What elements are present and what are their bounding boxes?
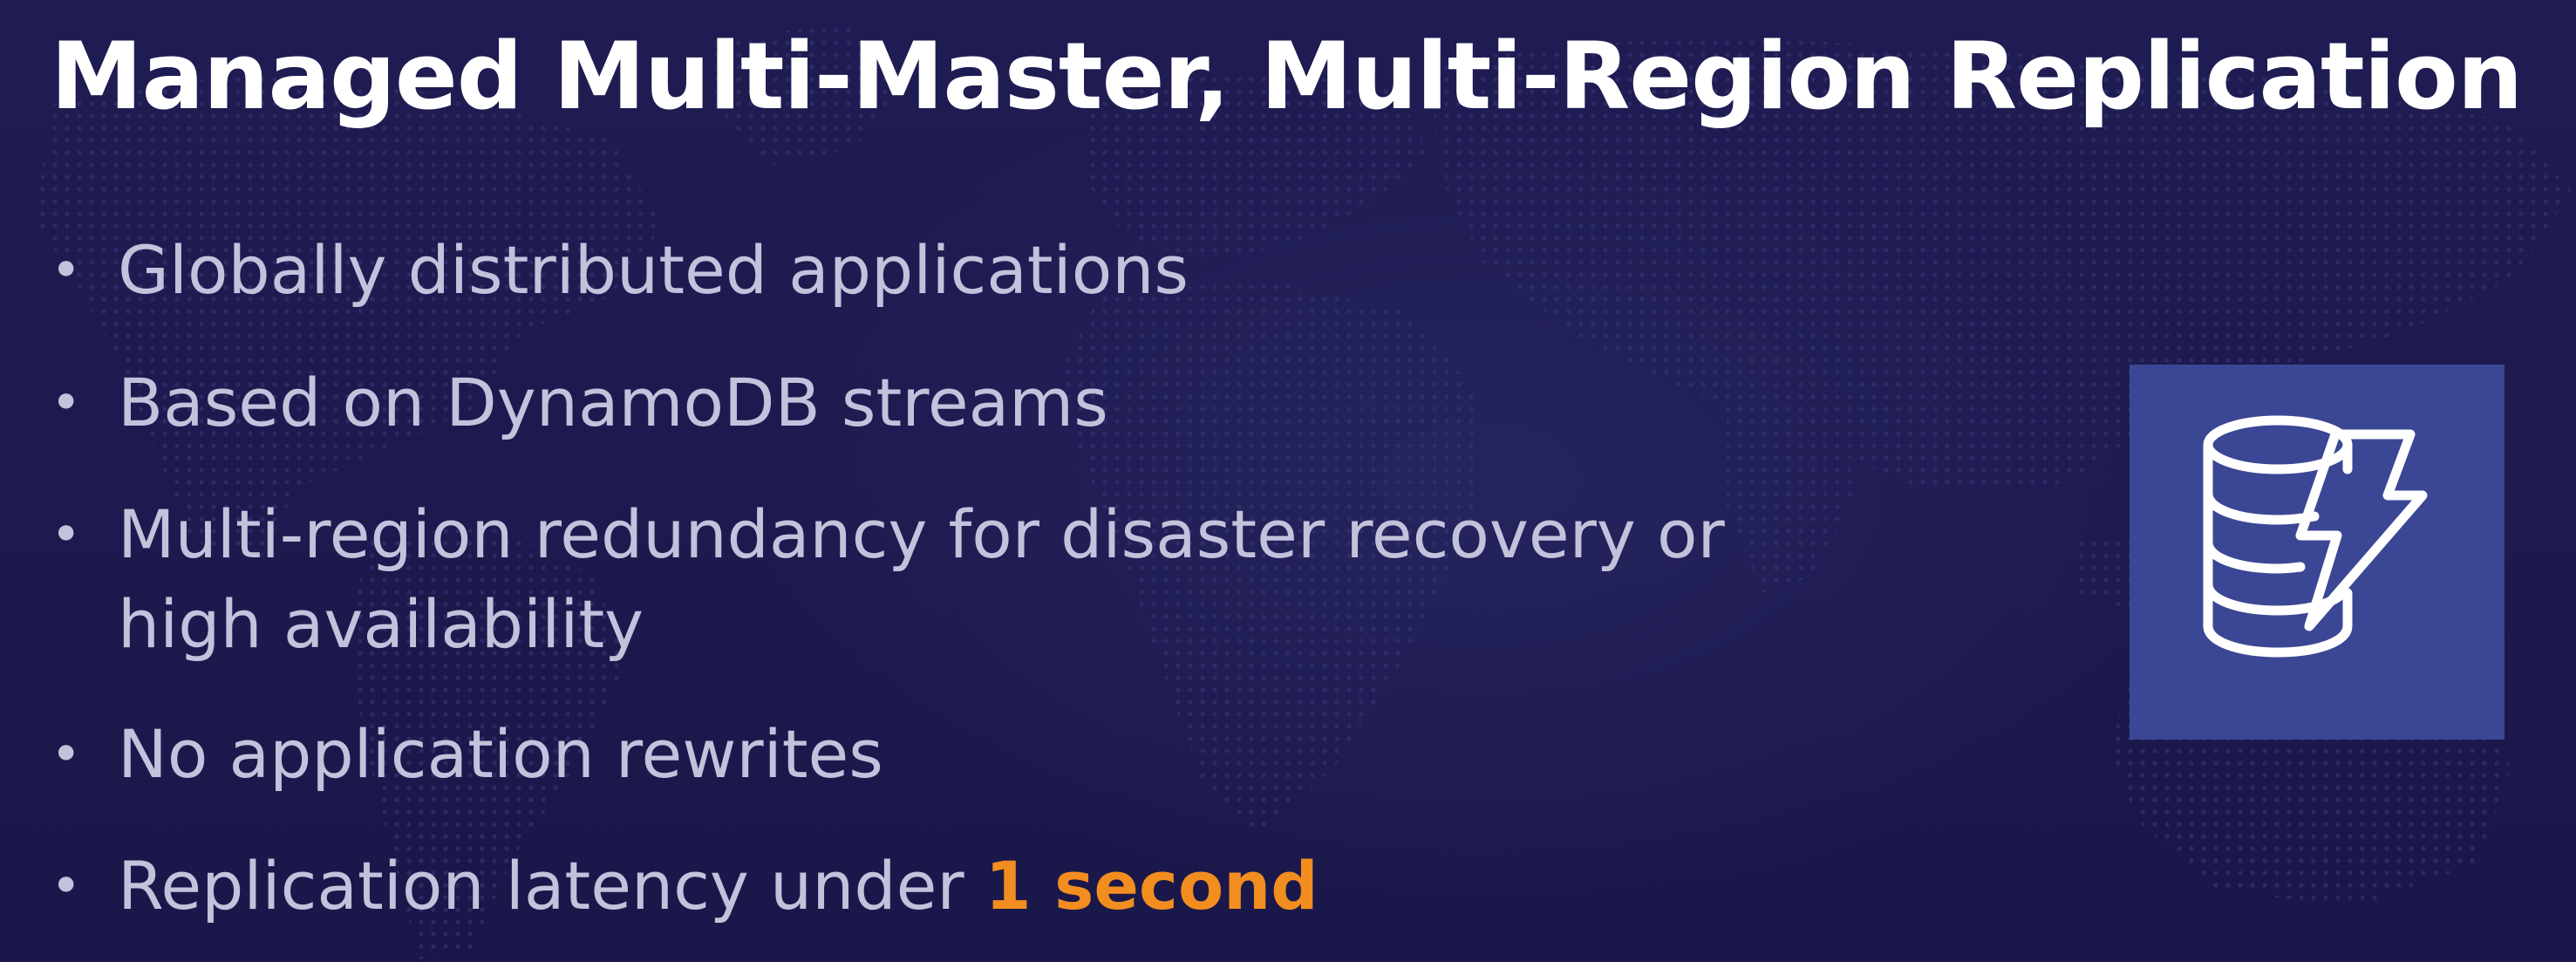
bullet-dot: • bbox=[51, 372, 82, 433]
slide-title: Managed Multi-Master, Multi-Region Repli… bbox=[51, 23, 2523, 130]
dynamodb-icon-box bbox=[2130, 365, 2504, 740]
bullet-text-plain: Replication latency under bbox=[118, 847, 985, 924]
bullet-dot: • bbox=[51, 240, 82, 301]
bullet-highlight: 1 second bbox=[985, 847, 1319, 924]
bullet-text: Multi-region redundancy for disaster rec… bbox=[118, 495, 1725, 573]
bullet-text-line2: high availability bbox=[118, 585, 644, 663]
bullet-text: Replication latency under 1 second bbox=[118, 841, 1319, 931]
bullet-dot: • bbox=[51, 724, 82, 785]
dynamodb-database-lightning-icon bbox=[2203, 415, 2428, 658]
bullet-text: Based on DynamoDB streams bbox=[118, 364, 1108, 441]
slide: Managed Multi-Master, Multi-Region Repli… bbox=[0, 0, 2576, 962]
bullet-text: Globally distributed applications bbox=[118, 231, 1189, 309]
bullet-dot: • bbox=[51, 856, 82, 917]
bullet-dot: • bbox=[51, 504, 82, 565]
bullet-text: No application rewrites bbox=[118, 715, 883, 793]
